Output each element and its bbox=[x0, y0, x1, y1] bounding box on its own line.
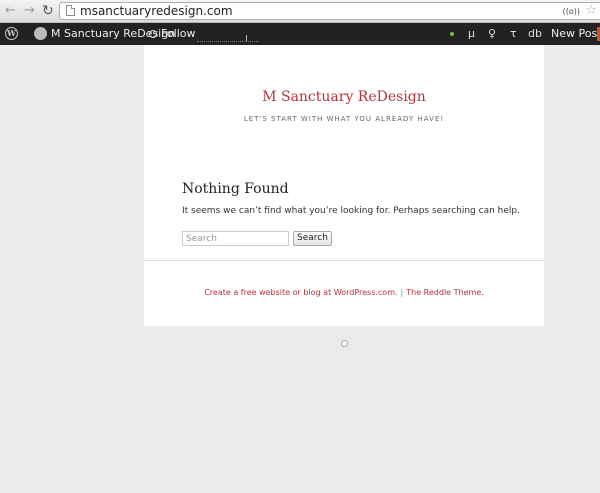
reload-icon[interactable]: ↻ bbox=[42, 3, 54, 19]
tau-icon[interactable]: τ bbox=[510, 23, 517, 45]
globe-icon[interactable] bbox=[34, 27, 47, 40]
url-text[interactable]: msanctuaryredesign.com bbox=[80, 4, 233, 19]
follow-circle-icon bbox=[149, 30, 157, 38]
extension-icon[interactable]: ((o)) bbox=[563, 6, 580, 17]
not-found-message: It seems we can’t find what you’re looki… bbox=[182, 206, 520, 216]
page-heading: Nothing Found bbox=[182, 181, 289, 197]
db-menu-item[interactable]: db bbox=[528, 23, 542, 45]
search-input[interactable] bbox=[182, 231, 289, 246]
page-icon bbox=[66, 5, 75, 16]
wordpress-link[interactable]: Create a free website or blog at WordPre… bbox=[204, 288, 397, 297]
loading-spinner-icon bbox=[341, 340, 348, 347]
search-button[interactable]: Search bbox=[293, 231, 332, 246]
site-tagline: LET'S START WITH WHAT YOU ALREADY HAVE! bbox=[243, 115, 445, 123]
notification-bulb-icon[interactable]: ♀ bbox=[488, 23, 496, 45]
site-title[interactable]: M Sanctuary ReDesign bbox=[144, 89, 544, 105]
new-post-button[interactable]: New Post bbox=[551, 23, 600, 45]
theme-link[interactable]: The Reddle Theme. bbox=[406, 288, 484, 297]
background-texture bbox=[0, 328, 600, 493]
follow-button[interactable]: Follow bbox=[149, 23, 196, 45]
footer-separator: | bbox=[400, 288, 404, 297]
browser-toolbar: ← → ↻ msanctuaryredesign.com ((o)) ☆ bbox=[0, 0, 600, 23]
sparkline-bar bbox=[246, 35, 247, 41]
site-footer: Create a free website or blog at WordPre… bbox=[144, 288, 544, 297]
address-bar[interactable]: msanctuaryredesign.com ((o)) ☆ bbox=[59, 2, 600, 20]
status-dot-icon bbox=[450, 32, 454, 36]
page-content: M Sanctuary ReDesign LET'S START WITH WH… bbox=[144, 45, 544, 326]
mu-icon[interactable]: μ bbox=[468, 23, 475, 45]
back-arrow-icon[interactable]: ← bbox=[5, 3, 16, 19]
footer-divider bbox=[144, 260, 544, 261]
stats-sparkline[interactable] bbox=[197, 29, 259, 42]
bookmark-star-icon[interactable]: ☆ bbox=[585, 4, 597, 18]
wordpress-logo-icon[interactable]: W bbox=[5, 27, 18, 40]
follow-label: Follow bbox=[161, 27, 196, 40]
forward-arrow-icon[interactable]: → bbox=[24, 3, 35, 19]
wordpress-admin-bar: W M Sanctuary ReDesign Follow μ ♀ τ db N… bbox=[0, 23, 600, 45]
